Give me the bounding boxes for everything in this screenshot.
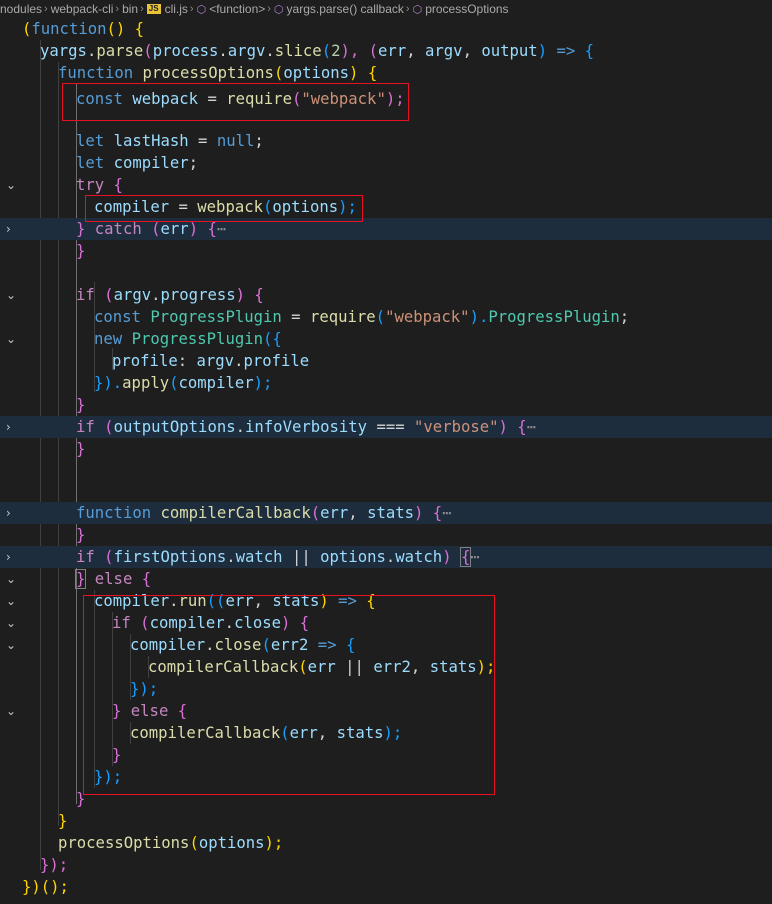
chevron-right-icon[interactable]: ›: [6, 502, 18, 524]
breadcrumb-item-webpack-cli[interactable]: webpack-cli: [51, 2, 114, 16]
chevron-right-icon: ›: [140, 3, 144, 15]
code-line[interactable]: ⌄ try {: [0, 174, 772, 196]
breadcrumb-item-node-modules[interactable]: nodules: [0, 2, 42, 16]
code-line[interactable]: (function() {: [0, 18, 772, 40]
chevron-down-icon[interactable]: ⌄: [6, 174, 18, 196]
breadcrumb-item-process-options[interactable]: ⬡ processOptions: [413, 2, 509, 16]
code-line-folded[interactable]: › if (outputOptions.infoVerbosity === "ve…: [0, 416, 772, 438]
chevron-right-icon[interactable]: ›: [6, 218, 18, 240]
chevron-down-icon[interactable]: ⌄: [6, 700, 18, 722]
chevron-right-icon: ›: [44, 3, 48, 15]
code-line[interactable]: ⌄ new ProgressPlugin({: [0, 328, 772, 350]
code-line[interactable]: let lastHash = null;: [0, 130, 772, 152]
chevron-right-icon: ›: [115, 3, 120, 15]
code-line[interactable]: profile: argv.profile: [0, 350, 772, 372]
breadcrumb-item-bin[interactable]: bin: [122, 2, 138, 16]
code-line[interactable]: });: [0, 854, 772, 876]
chevron-down-icon[interactable]: ⌄: [6, 612, 18, 634]
chevron-down-icon[interactable]: ⌄: [6, 590, 18, 612]
chevron-down-icon[interactable]: ⌄: [6, 568, 18, 590]
code-line[interactable]: const ProgressPlugin = require("webpack"…: [0, 306, 772, 328]
cube-icon: ⬡: [412, 3, 423, 16]
chevron-right-icon: ›: [267, 3, 271, 15]
cube-icon: ⬡: [273, 3, 284, 16]
highlight-box-compiler-run: [83, 595, 495, 795]
code-line-folded[interactable]: › if (firstOptions.watch || options.watch…: [0, 546, 772, 568]
chevron-down-icon[interactable]: ⌄: [6, 328, 18, 350]
chevron-right-icon: ›: [189, 3, 194, 15]
code-editor[interactable]: (function() { yargs.parse(process.argv.s…: [0, 18, 772, 904]
code-line[interactable]: yargs.parse(process.argv.slice(2), (err,…: [0, 40, 772, 62]
code-line[interactable]: ⌄ if (argv.progress) {: [0, 284, 772, 306]
breadcrumb-item-function[interactable]: ⬡ <function>: [197, 2, 266, 16]
breadcrumb-item-yargs-callback[interactable]: ⬡ yargs.parse() callback: [274, 2, 404, 16]
code-line[interactable]: let compiler;: [0, 152, 772, 174]
cube-icon: ⬡: [196, 3, 207, 16]
highlight-box-require-webpack: [62, 83, 409, 121]
chevron-right-icon[interactable]: ›: [6, 546, 18, 568]
chevron-down-icon[interactable]: ⌄: [6, 634, 18, 656]
breadcrumb-item-cli-js[interactable]: JS cli.js: [146, 2, 188, 16]
code-line[interactable]: }: [0, 438, 772, 460]
breadcrumb: nodules › webpack-cli › bin › JS cli.js ›…: [0, 0, 772, 18]
code-line[interactable]: }).apply(compiler);: [0, 372, 772, 394]
js-file-icon: JS: [146, 4, 161, 14]
code-line[interactable]: ⌄} else {: [0, 568, 772, 590]
code-line-folded[interactable]: › function compilerCallback(err, stats) {…: [0, 502, 772, 524]
code-line[interactable]: }: [0, 240, 772, 262]
code-line[interactable]: }: [0, 524, 772, 546]
code-line[interactable]: }: [0, 810, 772, 832]
code-line[interactable]: function processOptions(options) {: [0, 62, 772, 84]
chevron-right-icon: ›: [405, 3, 410, 15]
code-line[interactable]: }: [0, 394, 772, 416]
highlight-box-compiler-assign: [85, 195, 363, 222]
code-line[interactable]: processOptions(options);: [0, 832, 772, 854]
code-line[interactable]: })();: [0, 876, 772, 898]
chevron-down-icon[interactable]: ⌄: [6, 284, 18, 306]
chevron-right-icon[interactable]: ›: [6, 416, 18, 438]
